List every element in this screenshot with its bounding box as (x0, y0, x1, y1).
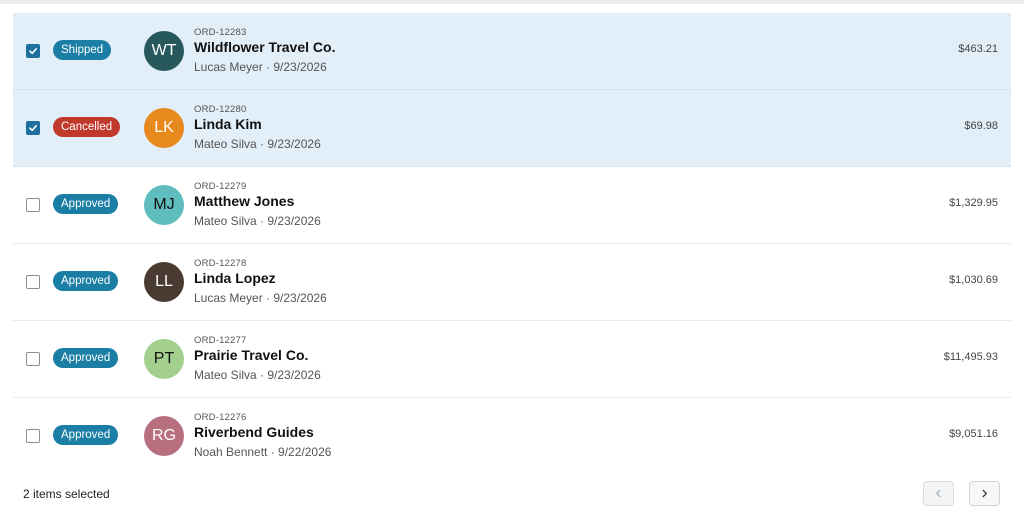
order-amount: $11,495.93 (943, 351, 998, 363)
status-badge: Approved (53, 425, 119, 445)
customer-name: Matthew Jones (194, 193, 295, 209)
order-id: ORD-12279 (194, 181, 247, 192)
order-id: ORD-12278 (194, 258, 247, 269)
order-list: Shipped WT ORD-12283 Wildflower Travel Co. L… (13, 13, 1011, 474)
status-badge: Approved (53, 194, 119, 214)
order-row[interactable]: Approved MJ ORD-12279 Matthew Jones Mateo Si… (13, 167, 1011, 244)
prev-page-button[interactable] (923, 481, 954, 506)
order-meta: Mateo Silva · 9/23/2026 (194, 214, 321, 228)
order-row[interactable]: Approved PT ORD-12277 Prairie Travel Co. Mat… (13, 321, 1011, 398)
next-page-button[interactable] (969, 481, 1000, 506)
order-amount: $463.21 (958, 43, 998, 55)
order-row[interactable]: Shipped WT ORD-12283 Wildflower Travel Co. L… (13, 13, 1011, 90)
list-footer: 2 items selected (13, 470, 1011, 518)
selection-count: 2 items selected (23, 487, 110, 501)
order-meta: Noah Bennett · 9/22/2026 (194, 445, 332, 459)
status-badge: Approved (53, 348, 119, 368)
order-id: ORD-12280 (194, 104, 247, 115)
status-badge: Approved (53, 271, 119, 291)
row-checkbox[interactable] (26, 198, 40, 212)
customer-name: Wildflower Travel Co. (194, 39, 336, 55)
order-meta: Lucas Meyer · 9/23/2026 (194, 291, 327, 305)
avatar: MJ (144, 185, 184, 225)
checkmark-icon (29, 48, 37, 55)
status-badge: Cancelled (53, 117, 121, 137)
avatar: PT (144, 339, 184, 379)
chevron-left-icon (936, 489, 941, 498)
row-checkbox[interactable] (26, 352, 40, 366)
avatar: LL (144, 262, 184, 302)
row-checkbox[interactable] (26, 121, 40, 135)
chevron-right-icon (982, 489, 987, 498)
avatar: RG (144, 416, 184, 456)
avatar: WT (144, 31, 184, 71)
order-row[interactable]: Approved RG ORD-12276 Riverbend Guides Noah … (13, 398, 1011, 474)
top-divider (0, 0, 1024, 4)
avatar: LK (144, 108, 184, 148)
order-amount: $1,329.95 (949, 197, 998, 209)
order-meta: Mateo Silva · 9/23/2026 (194, 368, 321, 382)
order-row[interactable]: Approved LL ORD-12278 Linda Lopez Lucas Meye… (13, 244, 1011, 321)
status-badge: Shipped (53, 40, 112, 60)
customer-name: Linda Kim (194, 116, 262, 132)
order-id: ORD-12276 (194, 412, 247, 423)
order-id: ORD-12277 (194, 335, 247, 346)
row-checkbox[interactable] (26, 44, 40, 58)
customer-name: Prairie Travel Co. (194, 347, 309, 363)
order-amount: $69.98 (964, 120, 998, 132)
order-meta: Mateo Silva · 9/23/2026 (194, 137, 321, 151)
checkmark-icon (29, 125, 37, 132)
row-checkbox[interactable] (26, 429, 40, 443)
order-row[interactable]: Cancelled LK ORD-12280 Linda Kim Mateo Silva… (13, 90, 1011, 167)
customer-name: Riverbend Guides (194, 424, 314, 440)
order-meta: Lucas Meyer · 9/23/2026 (194, 60, 327, 74)
order-id: ORD-12283 (194, 27, 247, 38)
row-checkbox[interactable] (26, 275, 40, 289)
order-amount: $9,051.16 (949, 428, 998, 440)
customer-name: Linda Lopez (194, 270, 276, 286)
order-amount: $1,030.69 (949, 274, 998, 286)
